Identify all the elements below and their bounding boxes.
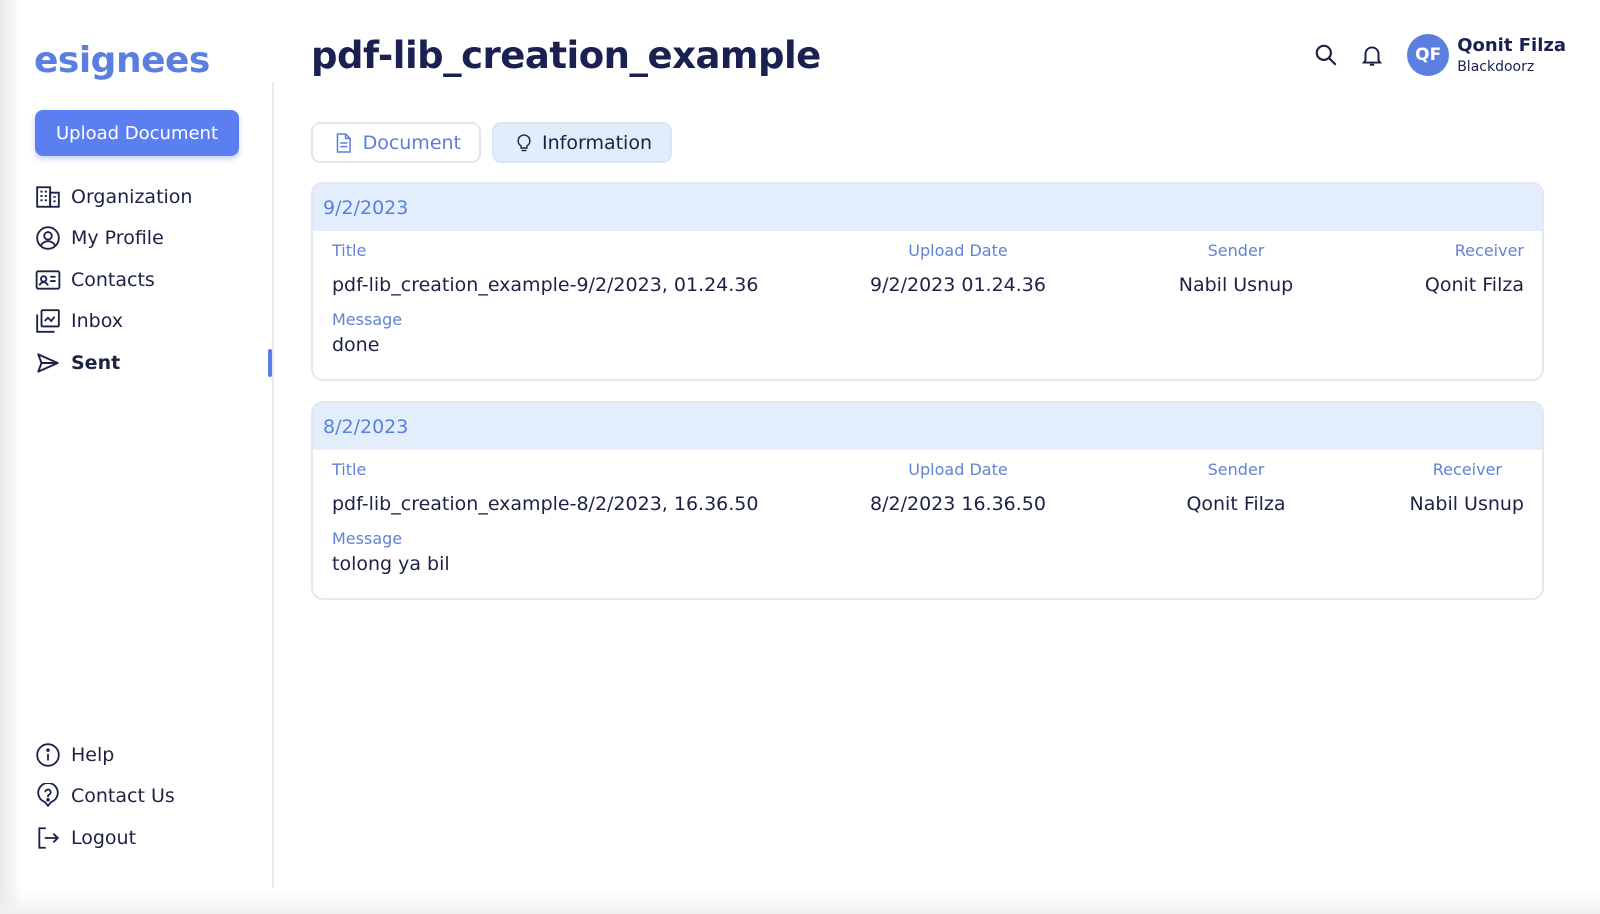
history-card-body: Title Upload Date Sender Receiver pdf-li…	[313, 450, 1542, 598]
document-icon	[336, 132, 351, 153]
title-label: Title	[332, 241, 367, 260]
upload-date-value: 8/2/2023 16.36.50	[870, 493, 1046, 515]
upload-date-label: Upload Date	[908, 241, 1008, 260]
sidebar-item-label: Help	[71, 743, 115, 766]
sidebar-item-logout[interactable]: Logout	[34, 817, 264, 859]
receiver-value: Nabil Usnup	[1409, 493, 1524, 515]
history-card-date: 8/2/2023	[313, 403, 1542, 450]
user-info[interactable]: Qonit Filza Blackdoorz	[1457, 35, 1566, 75]
send-icon	[34, 349, 62, 377]
upload-date-label: Upload Date	[908, 460, 1008, 479]
sidebar-item-help[interactable]: Help	[34, 734, 264, 776]
sidebar-item-contact-us[interactable]: Contact Us	[34, 776, 264, 818]
page-title: pdf-lib_creation_example	[311, 34, 821, 77]
upload-date-value: 9/2/2023 01.24.36	[870, 274, 1046, 296]
sidebar-bottom-nav: Help Contact Us Logout	[34, 734, 264, 859]
sender-label: Sender	[1207, 460, 1265, 479]
sidebar-item-label: My Profile	[71, 227, 164, 250]
app-window: esignees Upload Document Organization My…	[0, 0, 1600, 914]
tab-document[interactable]: Document	[311, 122, 481, 163]
sidebar-nav: Organization My Profile Contacts Inbox S…	[34, 176, 264, 384]
sidebar-item-label: Organization	[71, 185, 193, 208]
sender-label: Sender	[1207, 241, 1265, 260]
sidebar-item-label: Inbox	[71, 310, 123, 333]
message-label: Message	[332, 529, 403, 548]
contact-card-icon	[34, 266, 62, 294]
sidebar: esignees Upload Document Organization My…	[0, 0, 274, 914]
sidebar-divider	[272, 82, 274, 888]
receiver-label: Receiver	[1454, 241, 1524, 260]
history-card: 8/2/2023 Title Upload Date Sender Receiv…	[311, 401, 1544, 600]
history-card-body: Title Upload Date Sender Receiver pdf-li…	[313, 231, 1542, 379]
receiver-label: Receiver	[1432, 460, 1502, 479]
history-card: 9/2/2023 Title Upload Date Sender Receiv…	[311, 182, 1544, 381]
bottom-edge	[0, 892, 1600, 914]
user-circle-icon	[34, 224, 62, 252]
history-card-date: 9/2/2023	[313, 184, 1542, 231]
user-name: Qonit Filza	[1457, 35, 1566, 56]
building-icon	[34, 183, 62, 211]
logout-icon	[34, 824, 62, 852]
sidebar-item-label: Contact Us	[71, 785, 175, 808]
sidebar-item-sent[interactable]: Sent	[34, 342, 264, 384]
tab-bar: Document Information	[311, 122, 683, 163]
search-icon[interactable]	[1311, 40, 1341, 70]
avatar[interactable]: QF	[1407, 34, 1450, 76]
lightbulb-icon	[517, 133, 531, 151]
sidebar-item-label: Logout	[71, 826, 137, 849]
active-nav-indicator	[268, 349, 272, 377]
sidebar-item-organization[interactable]: Organization	[34, 176, 264, 218]
tab-label: Information	[542, 131, 652, 154]
info-icon	[34, 741, 62, 769]
inbox-icon	[34, 307, 62, 335]
tab-information[interactable]: Information	[492, 122, 672, 163]
title-value: pdf-lib_creation_example-9/2/2023, 01.24…	[332, 274, 759, 296]
user-organization: Blackdoorz	[1457, 59, 1535, 75]
message-label: Message	[332, 310, 403, 329]
message-value: tolong ya bil	[332, 553, 450, 575]
sidebar-item-my-profile[interactable]: My Profile	[34, 218, 264, 260]
message-value: done	[332, 334, 380, 356]
sidebar-item-inbox[interactable]: Inbox	[34, 301, 264, 343]
sidebar-item-label: Sent	[71, 351, 121, 374]
sidebar-item-contacts[interactable]: Contacts	[34, 259, 264, 301]
title-label: Title	[332, 460, 367, 479]
logo[interactable]: esignees	[34, 40, 210, 81]
history-list: 9/2/2023 Title Upload Date Sender Receiv…	[311, 182, 1544, 620]
header-actions: QF Qonit Filza Blackdoorz	[1311, 34, 1566, 76]
tab-label: Document	[362, 131, 461, 154]
sender-value: Qonit Filza	[1186, 493, 1286, 515]
title-value: pdf-lib_creation_example-8/2/2023, 16.36…	[332, 493, 759, 515]
bell-icon[interactable]	[1357, 40, 1387, 70]
upload-document-button[interactable]: Upload Document	[35, 110, 239, 156]
question-bubble-icon	[34, 782, 62, 810]
sender-value: Nabil Usnup	[1178, 274, 1294, 296]
sidebar-item-label: Contacts	[71, 268, 155, 291]
receiver-value: Qonit Filza	[1424, 274, 1524, 296]
